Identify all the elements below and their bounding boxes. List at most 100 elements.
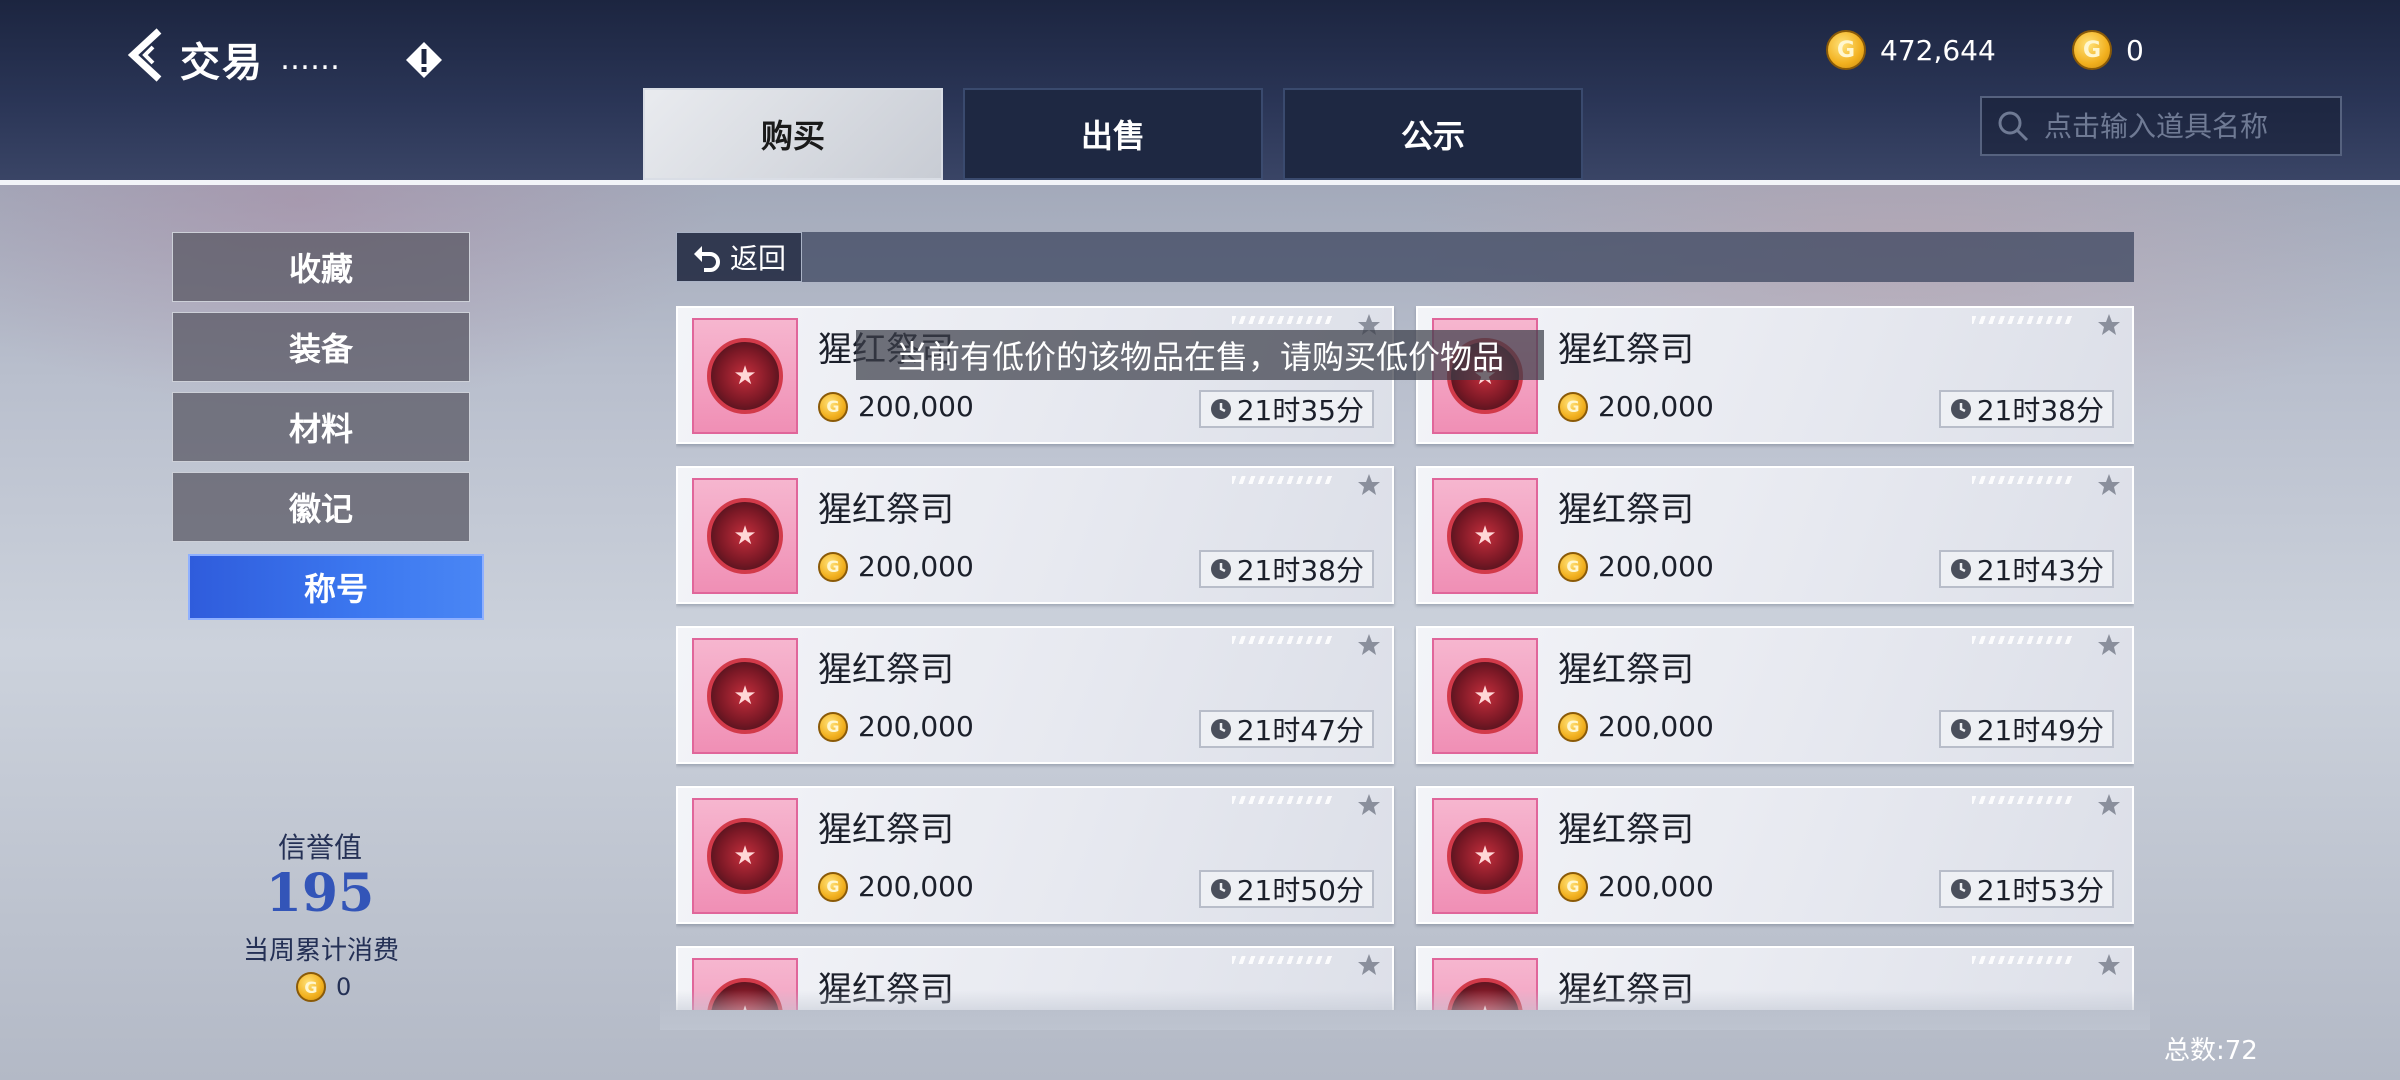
item-time-value: 21时47分 [1236,714,1364,747]
weekly-spend-value: 0 [336,973,352,1001]
crimson-priest-emblem-icon: ★ [707,338,783,414]
gold-coin-icon: G [818,391,848,422]
clock-icon [1950,719,1971,739]
sidebar-item-equipment[interactable]: 装备 [172,312,470,382]
item-time-value: 21时49分 [1976,714,2104,747]
listing-card[interactable]: ★ 猩红祭司 G 200,000 21时38分 [676,466,1394,604]
list-fade [660,990,2150,1030]
tab-buy[interactable]: 购买 [643,88,943,180]
page-title-dots: …… [280,41,340,77]
item-time-value: 21时53分 [1976,874,2104,907]
card-decoration [1972,476,2072,484]
undo-arrow-icon [693,246,720,272]
favorite-star-icon[interactable] [1356,792,1382,818]
tab-announce[interactable]: 公示 [1283,88,1583,180]
clock-icon [1210,559,1231,579]
favorite-star-icon[interactable] [1356,952,1382,978]
gold-coin-icon: G [1558,711,1588,742]
sidebar-item-materials[interactable]: 材料 [172,392,470,462]
item-thumbnail: ★ [692,478,798,594]
crimson-priest-emblem-icon: ★ [707,498,783,574]
secondary-currency-amount: 0 [2126,33,2144,67]
gold-currency: G 472,644 [1826,30,1996,70]
item-thumbnail: ★ [692,638,798,754]
item-listing-grid: ★ 猩红祭司 G 200,000 21时35分 ★ 猩红祭司 G 200,000 21时38分 ★ 猩… [676,306,2134,1010]
item-name: 猩红祭司 [818,810,954,850]
item-name: 猩红祭司 [818,490,954,530]
gold-coin-icon: G [1826,30,1866,70]
item-price-value: 200,000 [858,710,974,743]
chevron-left-icon [127,28,162,82]
gold-coin-icon: G [818,711,848,742]
sidebar-item-titles[interactable]: 称号 [188,554,484,620]
crimson-priest-emblem-icon: ★ [1447,498,1523,574]
weekly-spend: G 0 [296,972,351,1002]
favorite-star-icon[interactable] [2096,472,2122,498]
favorite-star-icon[interactable] [1356,472,1382,498]
card-decoration [1232,476,1332,484]
gold-coin-icon: G [1558,871,1588,902]
reputation-label: 信誉值 [277,831,362,864]
header-divider [0,180,2400,185]
gold-coin-icon: G [818,871,848,902]
favorite-star-icon[interactable] [2096,312,2122,338]
low-price-tooltip: 当前有低价的该物品在售，请购买低价物品 [856,330,1544,380]
item-price: G 200,000 [818,870,974,903]
item-time-remaining: 21时38分 [1198,550,1374,588]
favorite-star-icon[interactable] [2096,952,2122,978]
search-icon [1998,111,2029,142]
info-diamond-icon[interactable] [404,40,444,80]
tab-sell[interactable]: 出售 [963,88,1263,180]
gold-coin-icon: G [818,551,848,582]
return-label: 返回 [729,242,786,275]
tab-bar: 购买 出售 公示 [643,88,1583,180]
weekly-spend-label: 当周累计消费 [242,936,399,966]
sidebar-item-favorites[interactable]: 收藏 [172,232,470,302]
favorite-star-icon[interactable] [2096,632,2122,658]
clock-icon [1950,399,1971,419]
item-name: 猩红祭司 [1558,650,1694,690]
listing-card[interactable]: ★ 猩红祭司 G 200,000 21时53分 [1416,786,2134,924]
item-price: G 200,000 [818,550,974,583]
gold-coin-icon: G [1558,551,1588,582]
item-price: G 200,000 [1558,710,1714,743]
card-decoration [1972,316,2072,324]
card-decoration [1232,636,1332,644]
clock-icon [1210,879,1231,899]
listing-card[interactable]: ★ 猩红祭司 G 200,000 21时50分 [676,786,1394,924]
return-button[interactable]: 返回 [676,232,802,282]
listing-card[interactable]: ★ 猩红祭司 G 200,000 21时47分 [676,626,1394,764]
crimson-priest-emblem-icon: ★ [707,818,783,894]
sidebar-item-emblems[interactable]: 徽记 [172,472,470,542]
item-thumbnail: ★ [1432,478,1538,594]
favorite-star-icon[interactable] [1356,632,1382,658]
gold-amount: 472,644 [1880,33,1996,67]
item-price: G 200,000 [1558,550,1714,583]
item-time-value: 21时43分 [1976,554,2104,587]
search-box[interactable] [1980,96,2342,156]
secondary-currency: G 0 [2072,30,2144,70]
listing-card[interactable]: ★ 猩红祭司 G 200,000 21时43分 [1416,466,2134,604]
content-toolbar [676,232,2134,282]
item-name: 猩红祭司 [1558,490,1694,530]
item-price-value: 200,000 [858,550,974,583]
item-thumbnail: ★ [1432,798,1538,914]
reputation-value: 195 [265,863,375,924]
page-title: 交易 [180,40,264,86]
gold-coin-icon: G [1558,391,1588,422]
item-price-value: 200,000 [1598,870,1714,903]
back-button[interactable] [118,22,174,88]
card-decoration [1972,956,2072,964]
item-thumbnail: ★ [1432,638,1538,754]
crimson-priest-emblem-icon: ★ [1447,658,1523,734]
favorite-star-icon[interactable] [2096,792,2122,818]
item-price: G 200,000 [818,710,974,743]
item-price-value: 200,000 [1598,710,1714,743]
listing-card[interactable]: ★ 猩红祭司 G 200,000 21时49分 [1416,626,2134,764]
crimson-priest-emblem-icon: ★ [1447,818,1523,894]
item-price: G 200,000 [1558,870,1714,903]
search-input[interactable] [2044,109,2314,143]
item-time-remaining: 21时38分 [1938,390,2114,428]
item-thumbnail: ★ [692,318,798,434]
item-time-value: 21时38分 [1976,394,2104,427]
